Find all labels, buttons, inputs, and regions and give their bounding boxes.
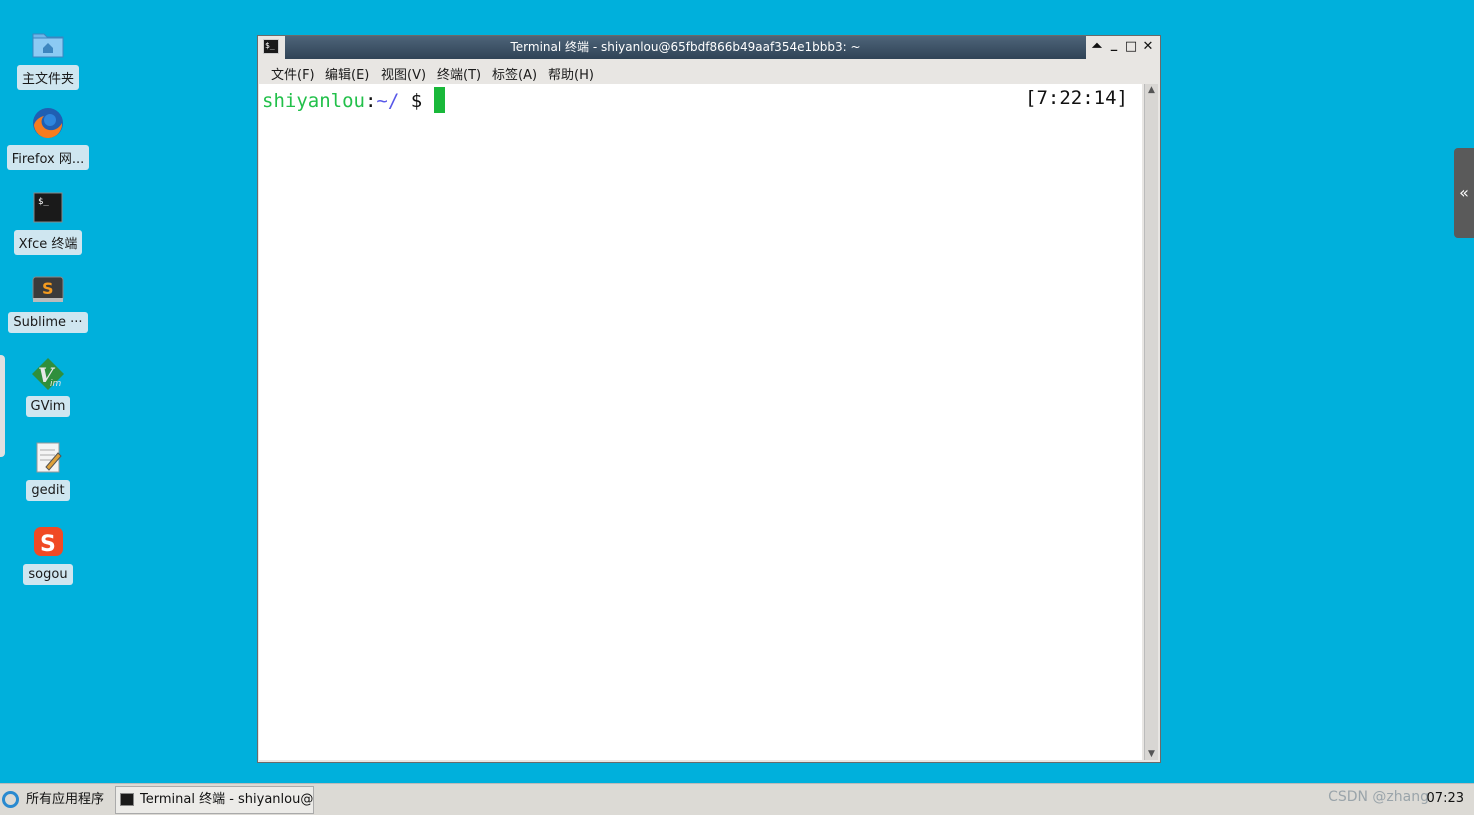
prompt-colon: :: [364, 90, 377, 112]
xfce-logo-icon: [2, 791, 19, 808]
svg-text:im: im: [50, 379, 62, 389]
desktop-icon-label: 主文件夹: [16, 65, 79, 90]
left-panel-handle[interactable]: [0, 355, 5, 457]
collapse-panel-icon[interactable]: «: [1454, 148, 1474, 238]
shade-icon[interactable]: ⏶: [1090, 40, 1104, 54]
desktop-icon-label: Sublime ···: [8, 312, 88, 333]
desktop-icon-terminal[interactable]: $_ Xfce 终端: [3, 190, 93, 255]
terminal-app-icon[interactable]: $_: [263, 39, 279, 54]
desktop-icon-label: sogou: [23, 564, 73, 585]
sublime-icon: S: [30, 272, 66, 308]
home-folder-icon: [30, 25, 66, 61]
desktop-icon-firefox[interactable]: Firefox 网...: [3, 105, 93, 170]
taskbar: 所有应用程序 Terminal 终端 - shiyanlou@··· CSDN …: [0, 783, 1474, 815]
desktop-icon-sogou[interactable]: S sogou: [3, 524, 93, 585]
svg-text:S: S: [42, 279, 54, 298]
minimize-icon[interactable]: _: [1107, 38, 1121, 52]
desktop-icon-gedit[interactable]: gedit: [3, 440, 93, 501]
taskbar-window-label: Terminal 终端 - shiyanlou@···: [140, 792, 314, 807]
menu-file[interactable]: 文件(F): [271, 64, 315, 83]
maximize-icon[interactable]: □: [1124, 40, 1138, 54]
text-cursor: [433, 87, 445, 113]
applications-menu-label: 所有应用程序: [26, 792, 105, 807]
desktop-icon-label: Firefox 网...: [6, 145, 90, 170]
menu-terminal[interactable]: 终端(T): [437, 64, 481, 83]
menu-edit[interactable]: 编辑(E): [325, 64, 369, 83]
desktop-icon-gvim[interactable]: V im GVim: [3, 356, 93, 417]
close-icon[interactable]: ✕: [1141, 40, 1155, 54]
sogou-icon: S: [30, 524, 66, 560]
menu-view[interactable]: 视图(V): [381, 64, 426, 83]
prompt-path: ~/: [376, 90, 400, 112]
scroll-up-icon[interactable]: ▲: [1145, 84, 1158, 96]
terminal-window: $_ Terminal 终端 - shiyanlou@65fbdf866b49a…: [257, 35, 1161, 763]
terminal-icon: [120, 793, 134, 806]
menu-tabs[interactable]: 标签(A): [492, 64, 537, 83]
prompt-clock: [7:22:14]: [1025, 87, 1128, 109]
desktop-icon-sublime[interactable]: S Sublime ···: [3, 272, 93, 333]
title-bar[interactable]: $_ Terminal 终端 - shiyanlou@65fbdf866b49a…: [258, 36, 1160, 59]
shell-prompt: shiyanlou:~/ $: [262, 87, 445, 113]
terminal-area[interactable]: shiyanlou:~/ $ [7:22:14]: [259, 84, 1142, 760]
desktop-icon-label: gedit: [26, 480, 70, 501]
scroll-down-icon[interactable]: ▼: [1145, 748, 1158, 760]
desktop-icon-label: Xfce 终端: [13, 230, 83, 255]
prompt-user: shiyanlou: [262, 90, 365, 112]
desktop-icon-label: GVim: [25, 396, 71, 417]
gedit-icon: [30, 440, 66, 476]
terminal-icon: $_: [30, 190, 66, 226]
svg-text:$_: $_: [38, 197, 49, 207]
window-title: Terminal 终端 - shiyanlou@65fbdf866b49aaf3…: [510, 40, 861, 54]
menu-help[interactable]: 帮助(H): [548, 64, 594, 83]
taskbar-window-terminal[interactable]: Terminal 终端 - shiyanlou@···: [115, 786, 314, 814]
window-controls: ⏶ _ □ ✕: [1086, 36, 1160, 59]
gvim-icon: V im: [30, 356, 66, 392]
taskbar-clock[interactable]: 07:23: [1427, 791, 1464, 806]
menu-bar: 文件(F) 编辑(E) 视图(V) 终端(T) 标签(A) 帮助(H): [258, 59, 1160, 84]
firefox-icon: [30, 105, 66, 141]
prompt-dollar: $: [399, 90, 434, 112]
vertical-scrollbar[interactable]: ▲ ▼: [1144, 84, 1158, 760]
desktop-icon-home[interactable]: 主文件夹: [3, 25, 93, 90]
watermark: CSDN @zhang: [1328, 789, 1429, 805]
svg-text:S: S: [40, 532, 56, 557]
